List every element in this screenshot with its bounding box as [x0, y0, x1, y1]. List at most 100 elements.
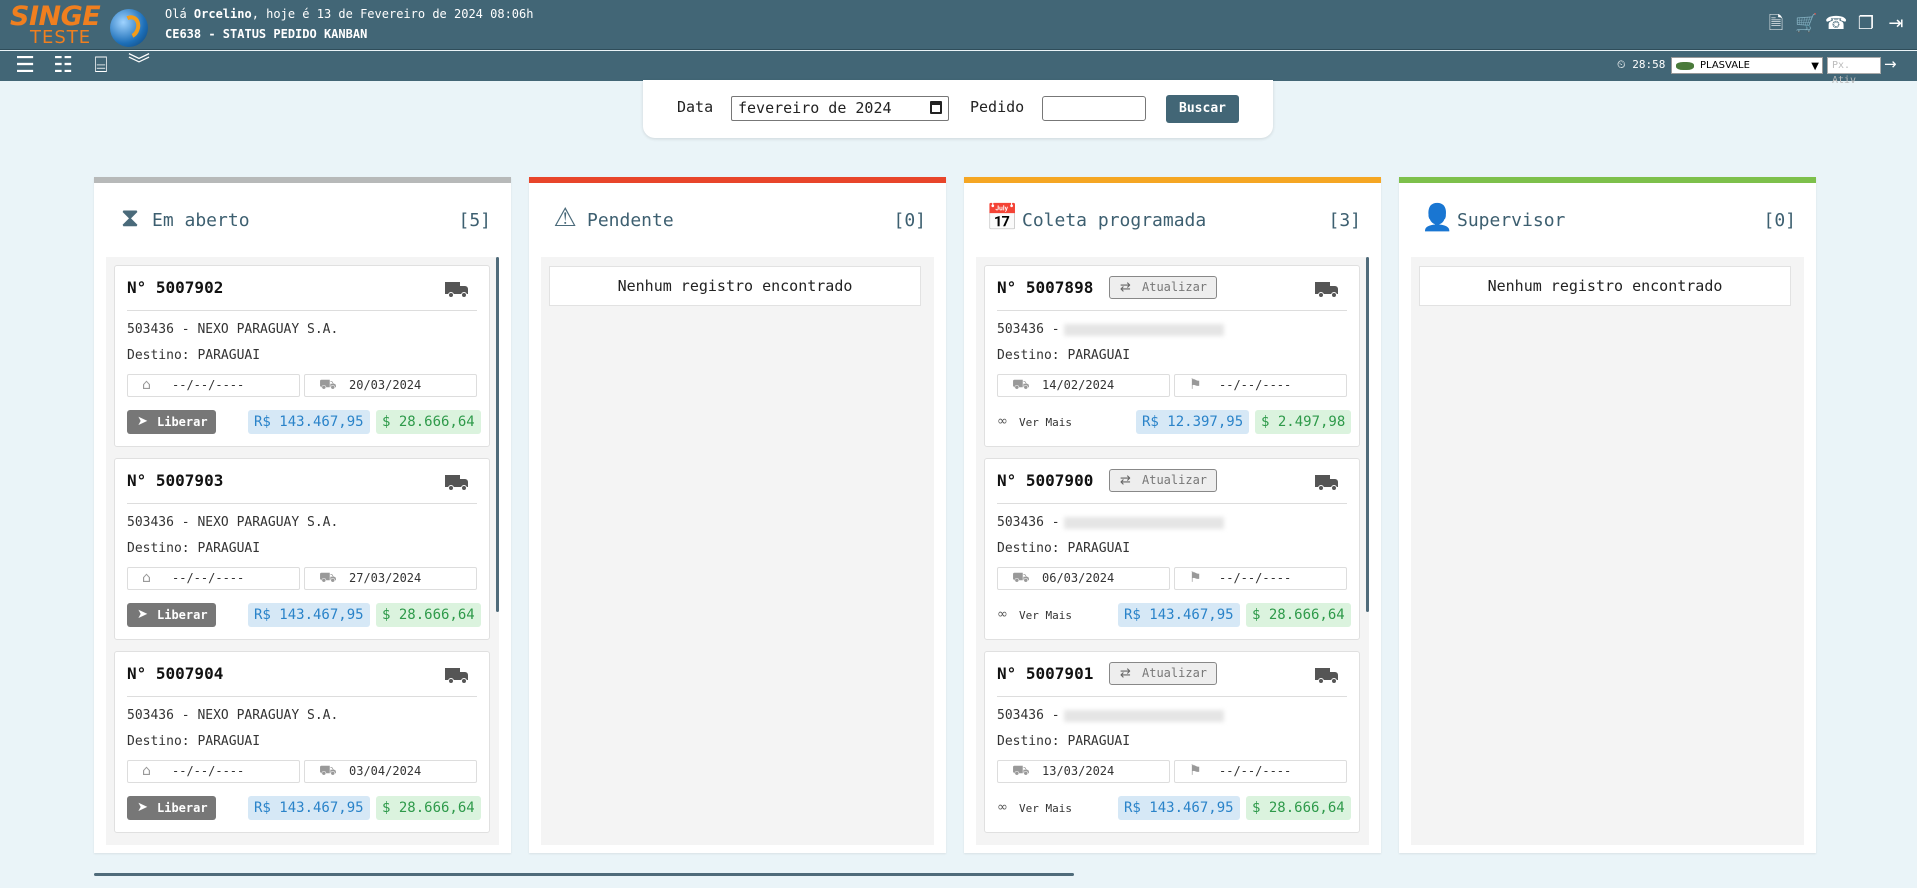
destination: Destino: PARAGUAI [127, 348, 261, 363]
date-input[interactable]: fevereiro de 2024 [731, 96, 949, 121]
update-button[interactable]: ⇄ Atualizar [1109, 276, 1217, 299]
send-icon: ➤ [137, 800, 148, 815]
order-number: N° 5007903 [127, 471, 224, 490]
divider [997, 503, 1347, 504]
empty-message: Nenhum registro encontrado [549, 266, 921, 306]
release-button[interactable]: ➤ Liberar [127, 796, 216, 820]
kanban-column-supervisor: 👤 Supervisor [0] Nenhum registro encontr… [1399, 177, 1816, 853]
horizontal-scrollbar[interactable] [94, 873, 1074, 876]
destination: Destino: PARAGUAI [997, 734, 1131, 749]
client-name: 503436 - NEXO PARAGUAY S.A. [127, 708, 339, 723]
see-more-link[interactable]: ∞ Ver Mais [997, 414, 1072, 429]
date-field-1: ⌂ --/--/---- [127, 567, 300, 590]
date-field-2: ⚑ --/--/---- [1174, 760, 1347, 783]
column-body: Nenhum registro encontrado [541, 257, 934, 845]
order-card[interactable]: N° 5007904 503436 - NEXO PARAGUAY S.A. D… [114, 651, 490, 833]
refresh-icon: ⇄ [1120, 666, 1131, 681]
link-icon: ∞ [997, 414, 1008, 429]
destination: Destino: PARAGUAI [127, 541, 261, 556]
truck-icon [445, 475, 469, 491]
document-icon[interactable]: 🗎 [1765, 13, 1787, 35]
date-field-1: ⛟ 14/02/2024 [997, 374, 1170, 397]
calendar-picker-icon[interactable] [930, 101, 942, 114]
column-count: [0] [1763, 210, 1796, 231]
order-card[interactable]: N° 5007898 ⇄ Atualizar 503436 - Destino: P… [984, 265, 1360, 447]
date-field-2: ⛟ 03/04/2024 [304, 760, 477, 783]
date-field-1: ⌂ --/--/---- [127, 374, 300, 397]
date-field-1: ⛟ 13/03/2024 [997, 760, 1170, 783]
send-icon: ➤ [137, 414, 148, 429]
value-brl-badge: R$ 143.467,95 [248, 410, 370, 434]
search-button[interactable]: Buscar [1166, 95, 1239, 123]
column-body: N° 5007898 ⇄ Atualizar 503436 - Destino: P… [976, 257, 1369, 845]
refresh-icon: ⇄ [1120, 280, 1131, 295]
truck-icon [445, 282, 469, 298]
hourglass-icon: ⧗ [120, 203, 140, 233]
update-button[interactable]: ⇄ Atualizar [1109, 662, 1217, 685]
redacted-text [1063, 323, 1224, 336]
release-button[interactable]: ➤ Liberar [127, 603, 216, 627]
see-more-link[interactable]: ∞ Ver Mais [997, 607, 1072, 622]
column-body: Nenhum registro encontrado [1411, 257, 1804, 845]
kanban-column-em-aberto: ⧗ Em aberto [5] N° 5007902 503436 - NEXO… [94, 177, 511, 853]
singe-logo[interactable]: SINGE TESTE [10, 1, 105, 48]
divider [127, 503, 477, 504]
value-usd-badge: $ 28.666,64 [376, 410, 481, 434]
forklift-icon: ⛟ [319, 763, 337, 779]
destination: Destino: PARAGUAI [127, 734, 261, 749]
forklift-icon: ⛟ [1012, 763, 1030, 779]
order-number: N° 5007902 [127, 278, 224, 297]
px-ativ-input[interactable]: Px. Ativ [1827, 57, 1881, 86]
divider [127, 696, 477, 697]
flag-icon: ⚑ [1189, 377, 1202, 393]
company-select[interactable]: PLASVALE ▼ [1671, 57, 1823, 74]
kanban-column-coleta-programada: 📅 Coleta programada [3] N° 5007898 ⇄ Atual… [964, 177, 1381, 853]
truck-icon [1315, 282, 1339, 298]
value-brl-badge: R$ 143.467,95 [248, 796, 370, 820]
order-card[interactable]: N° 5007901 ⇄ Atualizar 503436 - Destino: P… [984, 651, 1360, 833]
screen-list-icon[interactable]: ⌸ [86, 53, 116, 79]
forklift-icon: ⛟ [319, 377, 337, 393]
column-scrollbar[interactable] [496, 257, 499, 612]
windows-icon[interactable]: ❐ [1855, 13, 1877, 35]
update-button[interactable]: ⇄ Atualizar [1109, 469, 1217, 492]
person-icon: 👤 [1421, 203, 1454, 233]
checklist-icon[interactable]: ☷ [48, 53, 78, 79]
toolbar: ☰ ☷ ⌸ ︾ ⏲ 28:58 PLASVALE ▼ Px. Ativ → [0, 51, 1917, 86]
refresh-icon: ⇄ [1120, 473, 1131, 488]
column-title: Em aberto [152, 210, 250, 231]
column-title: Supervisor [1457, 210, 1566, 231]
forklift-icon: ⛟ [319, 570, 337, 586]
forklift-icon: ⛟ [1012, 570, 1030, 586]
date-field-2: ⚑ --/--/---- [1174, 567, 1347, 590]
date-field-1: ⛟ 06/03/2024 [997, 567, 1170, 590]
column-scrollbar[interactable] [1366, 257, 1369, 612]
session-clock: ⏲ 28:58 [1617, 58, 1666, 71]
value-usd-badge: $ 28.666,64 [376, 796, 481, 820]
date-field-2: ⛟ 20/03/2024 [304, 374, 477, 397]
order-card[interactable]: N° 5007903 503436 - NEXO PARAGUAY S.A. D… [114, 458, 490, 640]
order-card[interactable]: N° 5007902 503436 - NEXO PARAGUAY S.A. D… [114, 265, 490, 447]
flag-icon: ⚑ [1189, 763, 1202, 779]
chevrons-down-icon[interactable]: ︾ [124, 53, 154, 79]
value-brl-badge: R$ 143.467,95 [248, 603, 370, 627]
dropdown-arrow-icon: ▼ [1811, 61, 1819, 72]
divider [997, 310, 1347, 311]
phone-icon[interactable]: ☎ [1825, 13, 1847, 35]
column-title: Coleta programada [1022, 210, 1207, 231]
top-header: SINGE TESTE Olá Orcelino, hoje é 13 de F… [0, 0, 1917, 50]
date-field-2: ⚑ --/--/---- [1174, 374, 1347, 397]
filter-panel: Data fevereiro de 2024 Pedido Buscar [643, 80, 1273, 138]
client-name: 503436 - NEXO PARAGUAY S.A. [127, 322, 339, 337]
redacted-text [1063, 516, 1224, 529]
see-more-link[interactable]: ∞ Ver Mais [997, 800, 1072, 815]
go-arrow-icon[interactable]: → [1884, 55, 1897, 73]
logout-icon[interactable]: ⇥ [1885, 13, 1907, 35]
pedido-input[interactable] [1042, 96, 1146, 121]
factory-icon: ⌂ [142, 763, 151, 779]
list-icon[interactable]: ☰ [10, 53, 40, 79]
value-usd-badge: $ 28.666,64 [376, 603, 481, 627]
cart-icon[interactable]: 🛒 [1795, 13, 1817, 35]
order-card[interactable]: N° 5007900 ⇄ Atualizar 503436 - Destino: P… [984, 458, 1360, 640]
release-button[interactable]: ➤ Liberar [127, 410, 216, 434]
